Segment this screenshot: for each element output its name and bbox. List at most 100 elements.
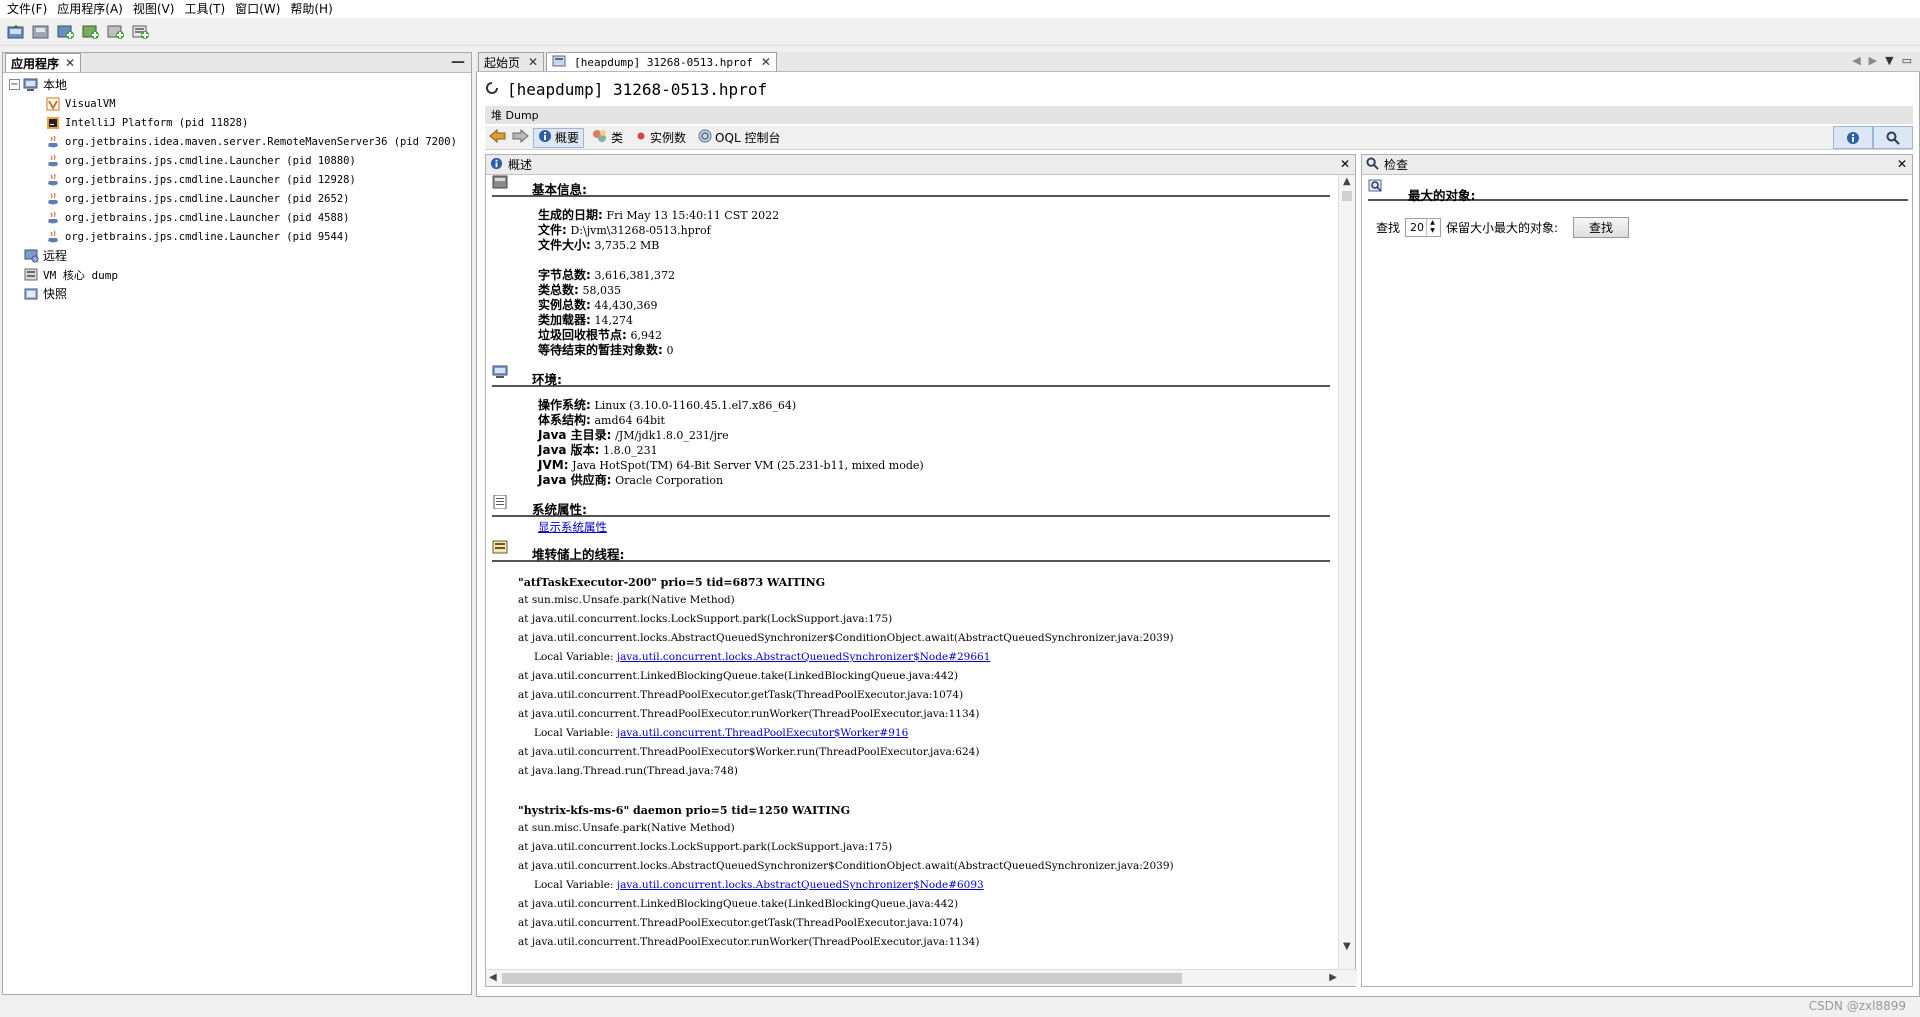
menu-window[interactable]: 窗口(W) xyxy=(230,0,285,18)
tab-applications[interactable]: 应用程序 ✕ xyxy=(5,53,82,72)
close-icon[interactable]: ✕ xyxy=(1340,157,1350,171)
close-icon[interactable]: ✕ xyxy=(528,55,538,69)
thread-block: "hystrix-kfs-ms-6" daemon prio=5 tid=125… xyxy=(518,803,1174,952)
search-objects-icon xyxy=(1368,179,1384,196)
stack-frame: at sun.misc.Unsafe.park(Native Method) xyxy=(518,822,735,834)
show-system-props-link[interactable]: 显示系统属性 xyxy=(538,520,607,534)
tree-node-visualvm[interactable]: VisualVM xyxy=(9,94,471,113)
basic-info-section-head: 基本信息: xyxy=(492,175,1330,197)
snapshot-icon xyxy=(23,286,39,302)
scroll-up-icon[interactable]: ▲ xyxy=(1343,176,1351,187)
object-count-value[interactable]: 20 xyxy=(1406,221,1426,234)
tree-node-local[interactable]: − 本地 xyxy=(9,75,471,94)
tree-node-launcher-10880[interactable]: org.jetbrains.jps.cmdline.Launcher (pid … xyxy=(9,151,471,170)
maximize-icon[interactable]: ▭ xyxy=(1902,54,1912,67)
intellij-icon xyxy=(45,115,61,131)
tab-list-icon[interactable]: ▼ xyxy=(1885,54,1893,67)
view-instances-button[interactable]: 实例数 xyxy=(631,128,690,148)
local-variable-link[interactable]: java.util.concurrent.locks.AbstractQueue… xyxy=(617,879,984,891)
find-button[interactable]: 查找 xyxy=(1573,217,1630,238)
java-process-icon xyxy=(45,229,61,245)
menu-file[interactable]: 文件(F) xyxy=(2,0,52,18)
close-icon[interactable]: ✕ xyxy=(761,55,771,69)
scroll-right-icon[interactable]: ▶ xyxy=(1869,54,1877,67)
stack-frame: at java.util.concurrent.locks.LockSuppor… xyxy=(518,841,893,853)
stack-frame: at java.util.concurrent.locks.AbstractQu… xyxy=(518,860,1174,872)
inspect-panel: 检查 ✕ 最大的对象: 查找 20 ▲ ▼ 保留大小最大的对象: 查找 xyxy=(1361,154,1913,987)
tree-label-launcher-10880: org.jetbrains.jps.cmdline.Launcher (pid … xyxy=(65,154,356,167)
snapshot-toolbar-icon[interactable] xyxy=(131,22,151,42)
object-count-stepper[interactable]: 20 ▲ ▼ xyxy=(1405,218,1442,237)
close-icon[interactable]: ✕ xyxy=(1897,157,1907,171)
menu-applications[interactable]: 应用程序(A) xyxy=(52,0,128,18)
menu-help[interactable]: 帮助(H) xyxy=(285,0,337,18)
view-classes-button[interactable]: 类 xyxy=(588,128,627,148)
applications-panel: 应用程序 ✕ — − 本地 VisualVM IntelliJ Platform… xyxy=(2,52,472,995)
tree-node-remote[interactable]: 远程 xyxy=(9,246,471,265)
summary-content: 基本信息: 生成的日期: Fri May 13 15:40:11 CST 202… xyxy=(486,175,1339,970)
stat-total-classes: 类总数: 58,035 xyxy=(538,283,621,298)
computer-icon xyxy=(492,365,508,379)
tree-node-snapshots[interactable]: 快照 xyxy=(9,284,471,303)
kv-value: 14,274 xyxy=(594,314,633,327)
stepper-down-icon[interactable]: ▼ xyxy=(1427,227,1438,235)
env-vendor: Java 供应商: Oracle Corporation xyxy=(538,473,723,488)
refresh-icon xyxy=(485,80,499,99)
close-icon[interactable]: ✕ xyxy=(65,56,75,70)
kv-value: Linux (3.10.0-1160.45.1.el7.x86_64) xyxy=(594,399,797,412)
kv-key: 操作系统: xyxy=(538,398,591,412)
stat-total-instances: 实例总数: 44,430,369 xyxy=(538,298,657,313)
thread-dump-toolbar-icon[interactable] xyxy=(106,22,126,42)
horizontal-scrollbar[interactable]: ◀ ▶ xyxy=(486,969,1357,986)
tree-node-launcher-2652[interactable]: org.jetbrains.jps.cmdline.Launcher (pid … xyxy=(9,189,471,208)
load-application-icon[interactable] xyxy=(6,22,26,42)
dump-bar: 堆 Dump xyxy=(485,106,1913,124)
tree-node-intellij[interactable]: IntelliJ Platform (pid 11828) xyxy=(9,113,471,132)
kv-key: 文件: xyxy=(538,223,567,237)
scroll-right-icon[interactable]: ▶ xyxy=(1329,972,1337,983)
environment-title: 环境: xyxy=(532,372,562,387)
scroll-left-icon[interactable]: ◀ xyxy=(1852,54,1860,67)
heap-dump-toolbar-icon[interactable] xyxy=(81,22,101,42)
save-icon[interactable] xyxy=(31,22,51,42)
search-toggle-button[interactable] xyxy=(1873,126,1913,149)
tree-node-launcher-4588[interactable]: org.jetbrains.jps.cmdline.Launcher (pid … xyxy=(9,208,471,227)
scroll-left-icon[interactable]: ◀ xyxy=(489,972,497,983)
thread-title: "hystrix-kfs-ms-6" daemon prio=5 tid=125… xyxy=(518,804,851,817)
info-toggle-button[interactable] xyxy=(1833,126,1873,149)
tree-node-launcher-9544[interactable]: org.jetbrains.jps.cmdline.Launcher (pid … xyxy=(9,227,471,246)
kv-key: Java 版本: xyxy=(538,443,600,457)
tree-node-core-dump[interactable]: VM 核心 dump xyxy=(9,265,471,284)
forward-arrow-icon[interactable] xyxy=(511,128,529,146)
stat-classloaders: 类加载器: 14,274 xyxy=(538,313,633,328)
menu-tools[interactable]: 工具(T) xyxy=(179,0,230,18)
thread-title: "atfTaskExecutor-200" prio=5 tid=6873 WA… xyxy=(518,576,826,589)
local-variable-link[interactable]: java.util.concurrent.locks.AbstractQueue… xyxy=(617,651,991,663)
menu-view[interactable]: 视图(V) xyxy=(128,0,180,18)
minimize-button[interactable]: — xyxy=(451,54,465,70)
find-label: 查找 xyxy=(1376,221,1401,235)
tree-label-snapshots: 快照 xyxy=(43,287,68,301)
view-oql-button[interactable]: OQL 控制台 xyxy=(694,128,784,148)
tab-heapdump[interactable]: [heapdump] 31268-0513.hprof ✕ xyxy=(546,52,777,71)
vertical-scroll-thumb[interactable] xyxy=(1342,191,1352,201)
local-variable-link[interactable]: java.util.concurrent.ThreadPoolExecutor$… xyxy=(617,727,908,739)
stack-frame: at sun.misc.Unsafe.park(Native Method) xyxy=(518,594,735,606)
stat-pending-finalization: 等待结束的暂挂对象数: 0 xyxy=(538,343,673,358)
view-summary-button[interactable]: 概要 xyxy=(533,127,585,148)
tab-start-page[interactable]: 起始页 ✕ xyxy=(478,52,545,71)
tree-node-launcher-12928[interactable]: org.jetbrains.jps.cmdline.Launcher (pid … xyxy=(9,170,471,189)
tree-node-maven-server[interactable]: org.jetbrains.idea.maven.server.RemoteMa… xyxy=(9,132,471,151)
scroll-down-icon[interactable]: ▼ xyxy=(1343,941,1351,952)
kv-key: 实例总数: xyxy=(538,298,591,312)
watermark: CSDN @zxl8899 xyxy=(1808,999,1906,1013)
vertical-scrollbar[interactable]: ▲ ▼ xyxy=(1338,175,1355,970)
add-jmx-connection-icon[interactable] xyxy=(56,22,76,42)
horizontal-scroll-thumb[interactable] xyxy=(502,973,1182,984)
tab-navigation: ◀ ▶ ▼ ▭ xyxy=(1852,54,1912,67)
view-summary-label: 概要 xyxy=(555,131,580,145)
stepper-up-icon[interactable]: ▲ xyxy=(1427,219,1438,227)
back-arrow-icon[interactable] xyxy=(489,128,507,146)
applications-tree: − 本地 VisualVM IntelliJ Platform (pid 118… xyxy=(3,73,471,303)
collapse-icon[interactable]: − xyxy=(9,79,20,90)
